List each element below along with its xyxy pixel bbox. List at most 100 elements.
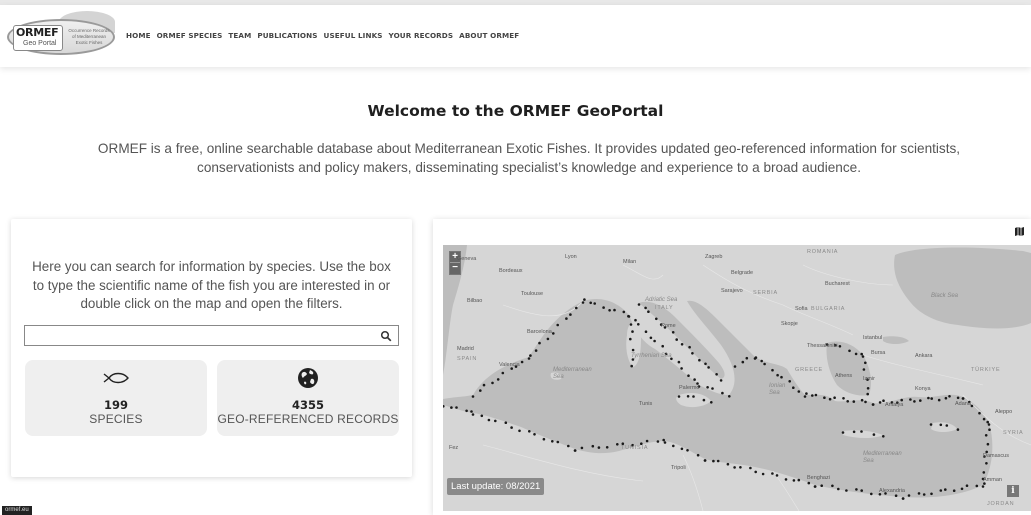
occurrence-dot[interactable] — [450, 406, 453, 409]
occurrence-dot[interactable] — [961, 397, 965, 400]
occurrence-dot[interactable] — [556, 440, 560, 444]
occurrence-dot[interactable] — [960, 487, 964, 491]
occurrence-dot[interactable] — [870, 492, 873, 496]
occurrence-dot[interactable] — [529, 354, 532, 357]
occurrence-dot[interactable] — [613, 308, 616, 312]
occurrence-dot[interactable] — [803, 395, 807, 398]
occurrence-dot[interactable] — [837, 487, 840, 491]
occurrence-dot[interactable] — [763, 362, 766, 366]
occurrence-dot[interactable] — [864, 400, 867, 404]
occurrence-dot[interactable] — [749, 466, 752, 470]
nav-your-records[interactable]: YOUR RECORDS — [389, 31, 454, 40]
occurrence-dot[interactable] — [482, 383, 486, 387]
occurrence-dot[interactable] — [771, 368, 774, 372]
occurrence-dot[interactable] — [719, 379, 723, 382]
occurrence-dot[interactable] — [680, 447, 684, 451]
occurrence-dot[interactable] — [675, 338, 678, 341]
occurrence-dot[interactable] — [634, 318, 637, 322]
occurrence-dot[interactable] — [707, 366, 710, 369]
occurrence-dot[interactable] — [630, 364, 633, 368]
occurrence-dot[interactable] — [711, 387, 714, 390]
occurrence-dot[interactable] — [987, 423, 991, 426]
occurrence-dot[interactable] — [645, 439, 649, 443]
occurrence-dot[interactable] — [552, 332, 555, 335]
occurrence-dot[interactable] — [471, 395, 475, 398]
occurrence-dot[interactable] — [780, 375, 783, 379]
occurrence-dot[interactable] — [823, 396, 826, 399]
occurrence-dot[interactable] — [691, 352, 694, 355]
occurrence-dot[interactable] — [710, 401, 713, 404]
nav-publications[interactable]: PUBLICATIONS — [257, 31, 317, 40]
occurrence-dot[interactable] — [811, 394, 814, 397]
occurrence-dot[interactable] — [985, 462, 988, 465]
records-stat[interactable]: 4355 GEO-REFERENCED RECORDS — [217, 360, 399, 436]
occurrence-dot[interactable] — [944, 396, 948, 400]
occurrence-dot[interactable] — [814, 393, 818, 397]
occurrence-dot[interactable] — [496, 378, 500, 381]
occurrence-dot[interactable] — [680, 367, 683, 370]
occurrence-dot[interactable] — [715, 373, 718, 376]
occurrence-dot[interactable] — [693, 378, 696, 381]
occurrence-dot[interactable] — [733, 365, 737, 368]
occurrence-dot[interactable] — [862, 368, 866, 371]
occurrence-dot[interactable] — [575, 306, 578, 310]
occurrence-dot[interactable] — [661, 344, 664, 348]
occurrence-dot[interactable] — [860, 489, 863, 492]
occurrence-dot[interactable] — [852, 430, 856, 434]
occurrence-dot[interactable] — [479, 389, 482, 392]
occurrence-dot[interactable] — [930, 492, 933, 496]
occurrence-dot[interactable] — [491, 381, 494, 385]
occurrence-dot[interactable] — [726, 462, 730, 466]
occurrence-dot[interactable] — [602, 306, 605, 309]
occurrence-dot[interactable] — [583, 298, 586, 301]
occurrence-dot[interactable] — [939, 489, 943, 492]
occurrence-dot[interactable] — [913, 400, 916, 403]
occurrence-dot[interactable] — [930, 397, 933, 400]
occurrence-dot[interactable] — [882, 435, 885, 438]
occurrence-dot[interactable] — [871, 403, 875, 406]
occurrence-dot[interactable] — [622, 310, 626, 314]
occurrence-dot[interactable] — [741, 360, 745, 364]
occurrence-dot[interactable] — [656, 440, 660, 443]
occurrence-dot[interactable] — [760, 359, 763, 363]
occurrence-dot[interactable] — [527, 357, 531, 360]
occurrence-dot[interactable] — [944, 488, 947, 491]
nav-about-ormef[interactable]: ABOUT ORMEF — [459, 31, 519, 40]
occurrence-dot[interactable] — [649, 336, 653, 340]
nav-ormef-species[interactable]: ORMEF SPECIES — [157, 31, 223, 40]
occurrence-dot[interactable] — [805, 392, 808, 395]
occurrence-dot[interactable] — [919, 399, 922, 402]
occurrence-dot[interactable] — [937, 398, 941, 402]
occurrence-dot[interactable] — [900, 398, 903, 402]
occurrence-dot[interactable] — [845, 489, 848, 492]
occurrence-dot[interactable] — [655, 317, 658, 321]
occurrence-dot[interactable] — [465, 409, 468, 413]
occurrence-dot[interactable] — [975, 484, 979, 488]
occurrence-dot[interactable] — [861, 355, 865, 358]
nav-home[interactable]: HOME — [126, 31, 151, 40]
occurrence-dot[interactable] — [745, 356, 749, 360]
occurrence-dot[interactable] — [510, 426, 513, 429]
occurrence-dot[interactable] — [828, 397, 832, 401]
occurrence-dot[interactable] — [945, 424, 949, 427]
occurrence-dot[interactable] — [860, 352, 863, 356]
occurrence-dot[interactable] — [820, 484, 823, 487]
occurrence-dot[interactable] — [860, 430, 863, 433]
occurrence-dot[interactable] — [581, 301, 585, 304]
occurrence-dot[interactable] — [986, 420, 989, 424]
occurrence-dot[interactable] — [672, 444, 675, 448]
occurrence-dot[interactable] — [487, 418, 491, 422]
species-map[interactable]: + − Lyon Milan Zagreb ROMANIA Bordeaux B… — [443, 245, 1031, 511]
occurrence-dot[interactable] — [686, 395, 690, 398]
occurrence-dot[interactable] — [647, 310, 650, 313]
occurrence-dot[interactable] — [616, 443, 619, 446]
occurrence-dot[interactable] — [662, 438, 665, 442]
occurrence-dot[interactable] — [677, 395, 681, 398]
occurrence-dot[interactable] — [712, 459, 715, 463]
occurrence-dot[interactable] — [753, 357, 757, 360]
occurrence-dot[interactable] — [680, 343, 684, 346]
occurrence-dot[interactable] — [771, 472, 774, 475]
occurrence-dot[interactable] — [686, 449, 689, 452]
occurrence-dot[interactable] — [629, 323, 633, 326]
occurrence-dot[interactable] — [580, 446, 584, 450]
